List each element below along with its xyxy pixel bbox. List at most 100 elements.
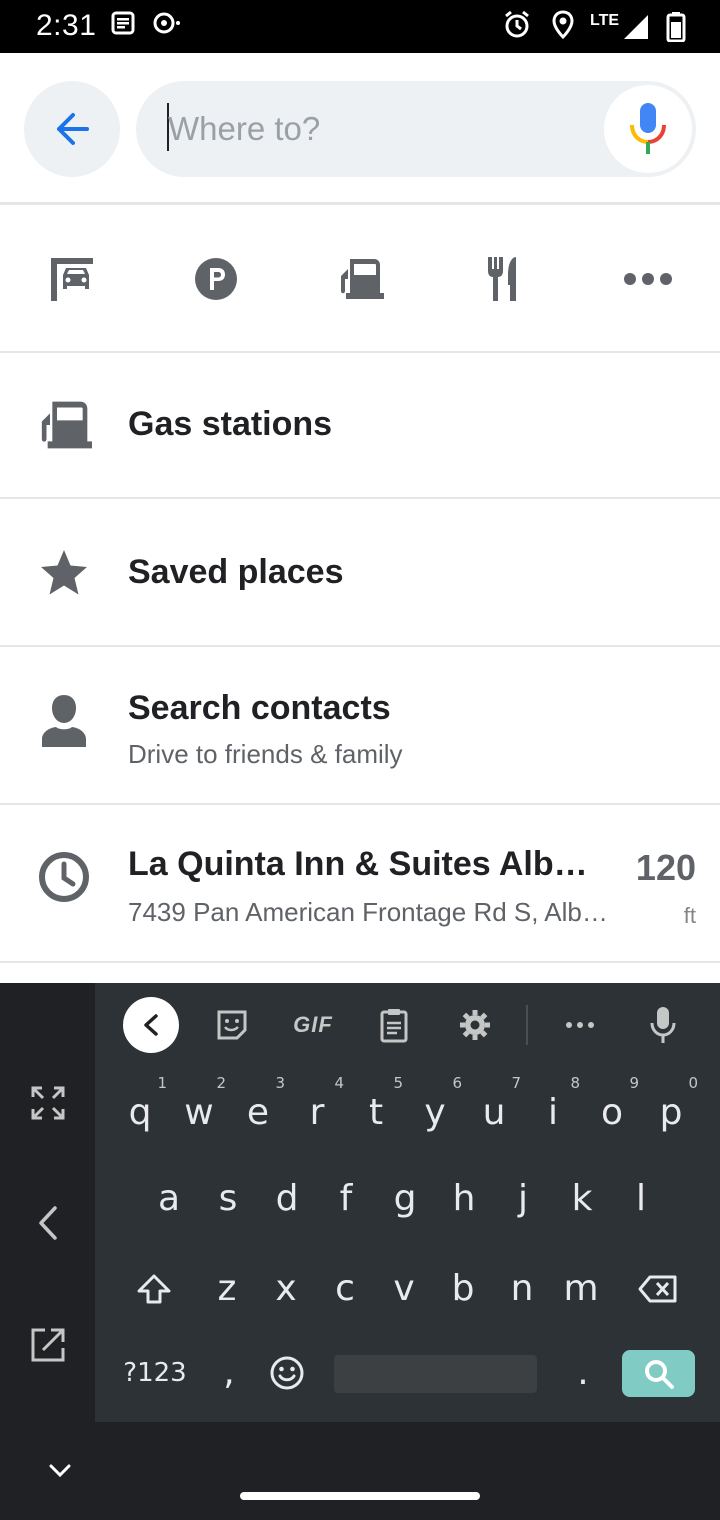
shift-key[interactable]	[125, 1254, 183, 1324]
keyboard: GIF	[0, 983, 720, 1520]
more-options-button[interactable]	[552, 997, 608, 1053]
search-icon	[644, 1359, 674, 1389]
key-hint: 1	[157, 1074, 167, 1092]
list-item-gas-stations[interactable]: Gas stations	[0, 353, 720, 499]
clipboard-icon	[380, 1009, 408, 1043]
key-hint: 6	[452, 1074, 462, 1092]
key-t[interactable]: t5	[347, 1074, 405, 1148]
key-s[interactable]: s	[199, 1164, 257, 1234]
emoji-key[interactable]	[258, 1338, 316, 1408]
key-p[interactable]: p0	[642, 1074, 700, 1148]
sticker-icon	[217, 1010, 247, 1040]
period-key[interactable]: .	[554, 1338, 612, 1408]
key-hint: 0	[688, 1074, 698, 1092]
key-b[interactable]: b	[434, 1254, 492, 1324]
keyboard-back-button[interactable]	[28, 1203, 68, 1243]
key-i[interactable]: i8	[524, 1074, 582, 1148]
emoji-icon	[270, 1356, 304, 1390]
list-item-title: Gas stations	[128, 405, 333, 443]
voice-typing-button[interactable]	[635, 997, 691, 1053]
settings-button[interactable]	[447, 997, 503, 1053]
list-item-recent-destination[interactable]: La Quinta Inn & Suites Albuquerque Midto…	[0, 805, 720, 963]
key-d[interactable]: d	[258, 1164, 316, 1234]
key-hint: 8	[570, 1074, 580, 1092]
back-button[interactable]	[24, 81, 120, 177]
list-item-search-contacts[interactable]: Search contacts Drive to friends & famil…	[0, 647, 720, 805]
keyboard-toolbar: GIF	[95, 983, 720, 1065]
gas-station-icon	[341, 259, 384, 299]
key-a[interactable]: a	[140, 1164, 198, 1234]
key-q[interactable]: q1	[111, 1074, 169, 1148]
key-g[interactable]: g	[376, 1164, 434, 1234]
key-y[interactable]: y6	[406, 1074, 464, 1148]
key-v[interactable]: v	[375, 1254, 433, 1324]
key-n[interactable]: n	[493, 1254, 551, 1324]
home-indicator[interactable]	[240, 1492, 480, 1500]
key-hint: 5	[393, 1074, 403, 1092]
search-input[interactable]	[168, 103, 588, 155]
distance-value: 120	[635, 847, 696, 888]
key-w[interactable]: w2	[170, 1074, 228, 1148]
search-key[interactable]	[622, 1350, 695, 1397]
gas-station-button[interactable]	[320, 239, 400, 319]
parking-garage-button[interactable]	[32, 239, 112, 319]
restaurant-icon	[488, 257, 516, 301]
fullscreen-button[interactable]	[28, 1083, 68, 1123]
gif-button[interactable]: GIF	[285, 997, 341, 1053]
battery-icon	[666, 12, 686, 47]
key-h[interactable]: h	[435, 1164, 493, 1234]
key-hint: 3	[275, 1074, 285, 1092]
list-item-subtitle: 7439 Pan American Frontage Rd S, Albuque…	[128, 897, 612, 927]
news-icon	[110, 10, 136, 41]
key-r[interactable]: r4	[288, 1074, 346, 1148]
person-icon	[36, 693, 92, 749]
key-j[interactable]: j	[494, 1164, 552, 1234]
key-k[interactable]: k	[553, 1164, 611, 1234]
more-button[interactable]	[608, 239, 688, 319]
space-key[interactable]	[334, 1355, 537, 1393]
distance-unit: ft	[683, 903, 696, 928]
list-item-subtitle: Drive to friends & family	[128, 739, 403, 769]
symbols-key[interactable]: ?123	[122, 1338, 188, 1408]
key-u[interactable]: u7	[465, 1074, 523, 1148]
voice-search-button[interactable]	[604, 85, 692, 173]
comma-key[interactable]: ,	[200, 1338, 258, 1408]
keyboard-collapse-button[interactable]	[123, 997, 179, 1053]
floating-keyboard-button[interactable]	[28, 1325, 68, 1365]
location-icon	[552, 10, 574, 45]
hide-keyboard-button[interactable]	[40, 1451, 80, 1491]
key-c[interactable]: c	[316, 1254, 374, 1324]
key-x[interactable]: x	[257, 1254, 315, 1324]
key-hint: 4	[334, 1074, 344, 1092]
search-bar[interactable]	[136, 81, 696, 177]
key-z[interactable]: z	[198, 1254, 256, 1324]
key-hint: 2	[216, 1074, 226, 1092]
open-in-new-icon	[31, 1328, 65, 1362]
key-f[interactable]: f	[317, 1164, 375, 1234]
network-type: LTE	[590, 12, 620, 29]
key-hint: 9	[629, 1074, 639, 1092]
chevron-left-icon	[39, 1206, 57, 1240]
chevron-down-icon	[49, 1464, 71, 1478]
shift-icon	[137, 1274, 171, 1304]
mic-icon	[650, 1007, 676, 1043]
sticker-button[interactable]	[204, 997, 260, 1053]
gas-station-icon	[36, 397, 92, 453]
key-hint: 7	[511, 1074, 521, 1092]
gif-label: GIF	[293, 1012, 333, 1037]
more-icon	[624, 273, 672, 285]
key-m[interactable]: m	[552, 1254, 610, 1324]
key-e[interactable]: e3	[229, 1074, 287, 1148]
parking-button[interactable]	[176, 239, 256, 319]
backspace-key[interactable]	[628, 1254, 688, 1324]
parking-icon	[195, 258, 237, 300]
key-l[interactable]: l	[612, 1164, 670, 1234]
key-o[interactable]: o9	[583, 1074, 641, 1148]
clipboard-button[interactable]	[366, 997, 422, 1053]
expand-icon	[31, 1086, 65, 1120]
restaurant-button[interactable]	[464, 239, 544, 319]
alarm-icon	[503, 10, 531, 45]
list-item-saved-places[interactable]: Saved places	[0, 499, 720, 647]
toolbar-divider	[526, 1005, 528, 1045]
chevron-left-icon	[144, 1014, 158, 1036]
